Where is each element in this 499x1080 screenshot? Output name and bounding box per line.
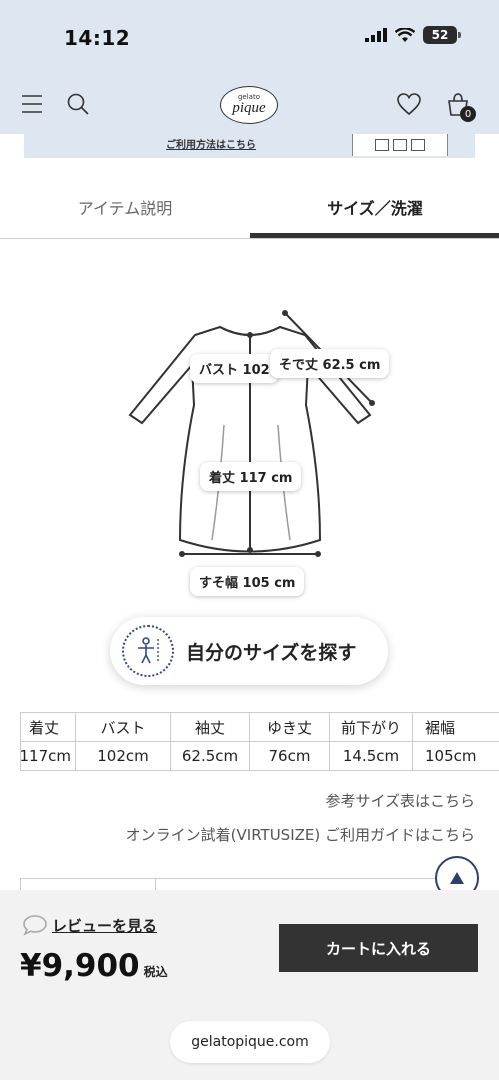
url-bar[interactable]: gelatopique.com xyxy=(170,1021,330,1063)
table-cell: 117cm xyxy=(20,741,76,771)
reference-size-chart-link[interactable]: 参考サイズ表はこちら xyxy=(325,790,475,811)
tax-included-label: 税込 xyxy=(143,965,168,979)
table-header-cell: 裾幅 xyxy=(412,712,499,742)
table-header-cell: バスト xyxy=(75,712,171,742)
body-measure-icon xyxy=(122,625,174,677)
size-table: 着丈 バスト 袖丈 ゆき丈 前下がり 裾幅 117cm 102cm 62.5cm… xyxy=(20,712,499,771)
find-my-size-button[interactable]: 自分のサイズを探す xyxy=(110,617,388,685)
cellular-signal-icon xyxy=(365,28,387,42)
price: ¥9,900 税込 xyxy=(20,948,168,984)
table-header-cell: 袖丈 xyxy=(170,712,250,742)
sleeve-measurement-label: そで丈 62.5 cm xyxy=(270,349,390,378)
usage-banner: ご利用方法はこちら xyxy=(24,134,475,158)
house-icon xyxy=(411,139,425,151)
add-to-cart-button[interactable]: カートに入れる xyxy=(279,924,478,972)
logo-main-text: pique xyxy=(232,100,266,116)
up-arrow-icon xyxy=(450,872,464,884)
table-header-cell: 前下がり xyxy=(329,712,413,742)
house-icon xyxy=(393,139,407,151)
view-reviews-label: レビューを見る xyxy=(52,916,158,935)
hamburger-menu-icon xyxy=(22,95,42,113)
cart-count-badge: 0 xyxy=(460,106,476,122)
table-header-cell: ゆき丈 xyxy=(249,712,330,742)
battery-icon: 52 xyxy=(423,26,461,44)
product-tabs: アイテム説明 サイズ／洗濯 xyxy=(0,175,499,239)
usage-guide-link[interactable]: ご利用方法はこちら xyxy=(166,136,256,151)
battery-level: 52 xyxy=(431,28,449,42)
house-illustration xyxy=(352,134,448,156)
price-value: ¥9,900 xyxy=(20,948,140,984)
menu-button[interactable] xyxy=(16,88,48,120)
dress-illustration xyxy=(128,310,375,557)
size-table-header-row: 着丈 バスト 袖丈 ゆき丈 前下がり 裾幅 xyxy=(20,712,499,742)
gelato-pique-logo[interactable]: gelato pique xyxy=(220,86,278,124)
table-cell: 105cm xyxy=(412,741,499,771)
find-my-size-label: 自分のサイズを探す xyxy=(186,641,357,664)
table-cell: 76cm xyxy=(249,741,330,771)
status-time: 14:12 xyxy=(64,26,131,50)
app-header: gelato pique 0 xyxy=(0,76,499,134)
hem-width-measurement-label: すそ幅 105 cm xyxy=(190,567,305,596)
table-cell: 62.5cm xyxy=(170,741,250,771)
table-header-cell: 着丈 xyxy=(20,712,76,742)
tab-item-description[interactable]: アイテム説明 xyxy=(0,175,250,239)
size-table-value-row: 117cm 102cm 62.5cm 76cm 14.5cm 105cm xyxy=(20,741,499,771)
status-icons: 52 xyxy=(365,26,461,44)
status-bar: 14:12 52 xyxy=(0,0,499,76)
heart-icon xyxy=(397,93,421,116)
cart-button[interactable]: 0 xyxy=(442,88,476,122)
house-icon xyxy=(375,139,389,151)
bust-measurement-label: バスト 102 xyxy=(190,354,279,383)
view-reviews-link[interactable]: レビューを見る xyxy=(22,914,157,936)
virtusize-guide-link[interactable]: オンライン試着(VIRTUSIZE) ご利用ガイドはこちら xyxy=(126,824,475,845)
search-icon xyxy=(67,93,89,115)
active-tab-indicator xyxy=(250,233,499,238)
tab-size-washing[interactable]: サイズ／洗濯 xyxy=(250,175,499,239)
favorites-button[interactable] xyxy=(393,88,425,120)
length-measurement-label: 着丈 117 cm xyxy=(200,462,302,491)
speech-bubble-icon xyxy=(23,915,47,936)
wifi-icon xyxy=(395,27,415,42)
garment-measurement-diagram: バスト 102 そで丈 62.5 cm 着丈 117 cm すそ幅 105 cm xyxy=(120,295,400,605)
table-cell: 102cm xyxy=(75,741,171,771)
search-button[interactable] xyxy=(62,88,94,120)
purchase-bar: レビューを見る ¥9,900 税込 カートに入れる gelatopique.co… xyxy=(0,890,499,1080)
table-cell: 14.5cm xyxy=(329,741,413,771)
